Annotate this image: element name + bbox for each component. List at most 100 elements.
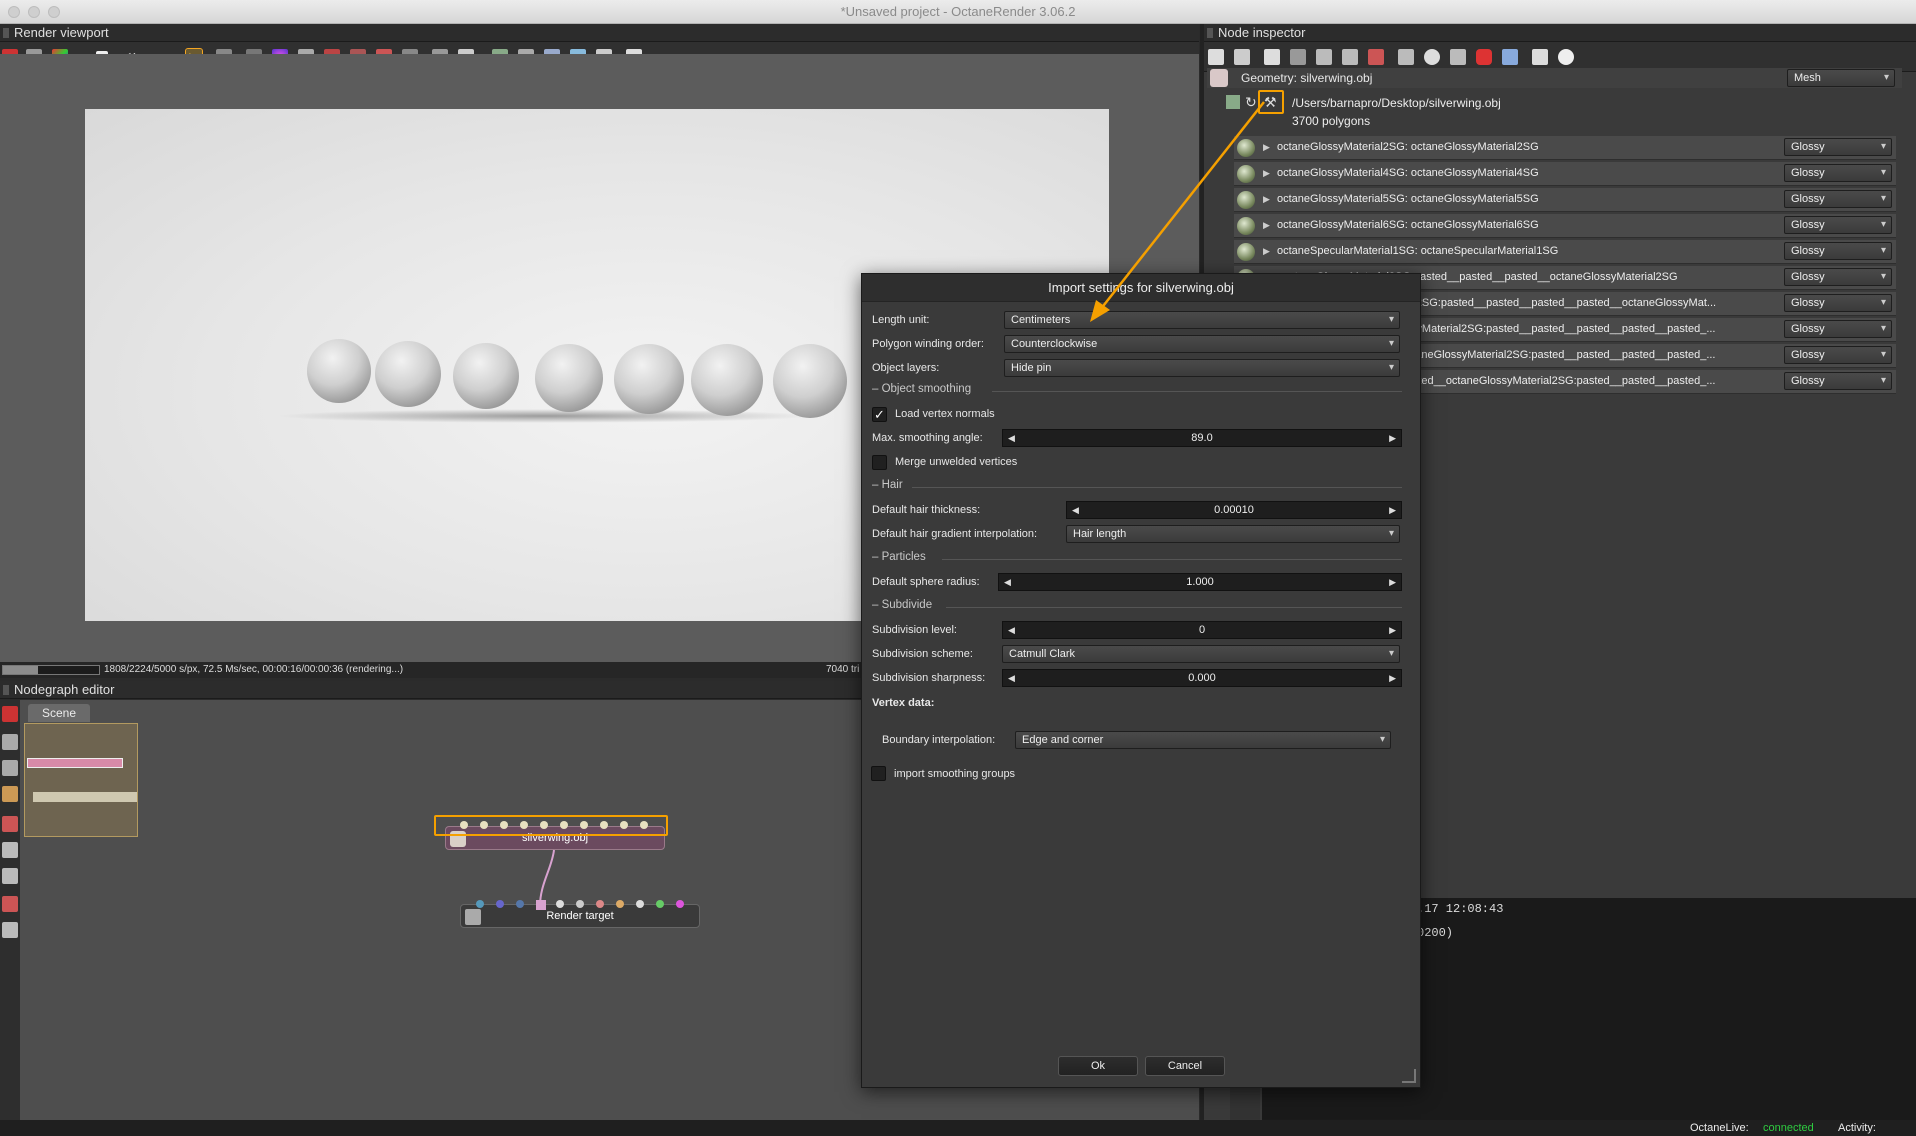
inspector-tool-icon[interactable]	[1208, 49, 1224, 65]
nodegraph-tool-icon[interactable]	[2, 816, 18, 832]
material-type-select[interactable]: Glossy	[1784, 268, 1892, 286]
image-icon[interactable]	[1532, 49, 1548, 65]
nodegraph-reset-icon[interactable]	[2, 706, 18, 722]
input-pin[interactable]	[480, 821, 488, 829]
input-pin[interactable]	[620, 821, 628, 829]
nodegraph-tool-icon[interactable]	[2, 734, 18, 750]
input-pin[interactable]	[560, 821, 568, 829]
input-pin[interactable]	[516, 900, 524, 908]
sphere-radius-label: Default sphere radius:	[872, 576, 980, 588]
nodegraph-tool-icon[interactable]	[2, 842, 18, 858]
section-object-smoothing[interactable]: – Object smoothing	[872, 383, 971, 395]
length-unit-label: Length unit:	[872, 314, 930, 326]
ok-button[interactable]: Ok	[1058, 1056, 1138, 1076]
material-type-select[interactable]: Glossy	[1784, 190, 1892, 208]
nodegraph-tool-icon[interactable]	[2, 868, 18, 884]
sphere	[453, 343, 519, 409]
input-pin[interactable]	[616, 900, 624, 908]
object-layers-select[interactable]: Hide pin	[1004, 359, 1400, 377]
input-pin[interactable]	[500, 821, 508, 829]
input-pin[interactable]	[676, 900, 684, 908]
material-row[interactable]: ▶ octaneGlossyMaterial2SG: octaneGlossyMa…	[1234, 136, 1896, 160]
input-pin[interactable]	[640, 821, 648, 829]
inspector-tool-icon[interactable]	[1502, 49, 1518, 65]
max-smoothing-angle-slider[interactable]: ◀ 89.0 ▶	[1002, 429, 1402, 447]
light-icon[interactable]	[1558, 49, 1574, 65]
triangle-count: 7040 tri	[826, 664, 860, 675]
max-smoothing-angle-value: 89.0	[1191, 432, 1213, 444]
material-type-select[interactable]: Glossy	[1784, 216, 1892, 234]
inspector-tool-icon[interactable]	[1234, 49, 1250, 65]
input-pin[interactable]	[556, 900, 564, 908]
cancel-button[interactable]: Cancel	[1145, 1056, 1225, 1076]
resize-grip-icon[interactable]	[1402, 1069, 1416, 1083]
input-pin[interactable]	[636, 900, 644, 908]
winding-order-select[interactable]: Counterclockwise	[1004, 335, 1400, 353]
load-vertex-normals-checkbox[interactable]: ✓	[872, 407, 887, 422]
nodegraph-minimap[interactable]	[24, 723, 138, 837]
section-hair-label: Hair	[881, 479, 903, 491]
boundary-interp-select[interactable]: Edge and corner	[1015, 731, 1391, 749]
input-pin[interactable]	[460, 821, 468, 829]
import-smoothing-groups-label: import smoothing groups	[894, 768, 1016, 780]
input-pin[interactable]	[656, 900, 664, 908]
input-pin[interactable]	[580, 821, 588, 829]
inspector-tool-icon[interactable]	[1398, 49, 1414, 65]
material-row[interactable]: ▶ octaneSpecularMaterial1SG: octaneSpecul…	[1234, 240, 1896, 264]
input-pin[interactable]	[540, 821, 548, 829]
sphere	[773, 344, 847, 418]
clock-icon[interactable]	[1424, 49, 1440, 65]
inspector-tool-icon[interactable]	[1316, 49, 1332, 65]
hair-thickness-value: 0.00010	[1214, 504, 1254, 516]
merge-unwelded-checkbox[interactable]	[872, 455, 887, 470]
material-row[interactable]: ▶ octaneGlossyMaterial6SG: octaneGlossyMa…	[1234, 214, 1896, 238]
material-type-select[interactable]: Glossy	[1784, 164, 1892, 182]
inspector-tool-icon[interactable]	[1342, 49, 1358, 65]
section-object-smoothing-label: Object smoothing	[881, 383, 972, 395]
input-pin[interactable]	[600, 821, 608, 829]
inspector-tool-icon[interactable]	[1450, 49, 1466, 65]
section-subdivide[interactable]: – Subdivide	[872, 599, 932, 611]
tab-scene[interactable]: Scene	[28, 704, 90, 722]
material-type-select[interactable]: Glossy	[1784, 320, 1892, 338]
input-pin[interactable]	[576, 900, 584, 908]
input-pin-geometry[interactable]	[536, 900, 546, 910]
nodegraph-tool-icon[interactable]	[2, 786, 18, 802]
hair-thickness-slider[interactable]: ◀ 0.00010 ▶	[1066, 501, 1402, 519]
geometry-type-select[interactable]: Mesh	[1787, 69, 1895, 87]
sphere	[535, 344, 603, 412]
material-row[interactable]: ▶ octaneGlossyMaterial4SG: octaneGlossyMa…	[1234, 162, 1896, 186]
material-row[interactable]: ▶ octaneGlossyMaterial5SG: octaneGlossyMa…	[1234, 188, 1896, 212]
inspector-tool-icon[interactable]	[1264, 49, 1280, 65]
input-pin[interactable]	[596, 900, 604, 908]
inspector-tool-icon[interactable]	[1290, 49, 1306, 65]
section-hair[interactable]: – Hair	[872, 479, 903, 491]
input-pin[interactable]	[496, 900, 504, 908]
octanelive-label: OctaneLive:	[1690, 1122, 1749, 1134]
material-type-select[interactable]: Glossy	[1784, 372, 1892, 390]
material-type-select[interactable]: Glossy	[1784, 346, 1892, 364]
material-type-select[interactable]: Glossy	[1784, 242, 1892, 260]
geometry-label: Geometry: silverwing.obj	[1241, 71, 1373, 85]
subdivision-scheme-select[interactable]: Catmull Clark	[1002, 645, 1400, 663]
grid-icon[interactable]	[2, 922, 18, 938]
section-particles[interactable]: – Particles	[872, 551, 926, 563]
import-smoothing-groups-checkbox[interactable]	[871, 766, 886, 781]
inspector-tool-icon[interactable]	[1368, 49, 1384, 65]
subdivision-sharpness-slider[interactable]: ◀ 0.000 ▶	[1002, 669, 1402, 687]
window-titlebar: *Unsaved project - OctaneRender 3.06.2	[0, 0, 1916, 24]
material-type-select[interactable]: Glossy	[1784, 138, 1892, 156]
input-pin[interactable]	[476, 900, 484, 908]
object-layers-label: Object layers:	[872, 362, 940, 374]
boundary-interp-label: Boundary interpolation:	[882, 734, 996, 746]
subdivision-level-slider[interactable]: ◀ 0 ▶	[1002, 621, 1402, 639]
hair-interp-select[interactable]: Hair length	[1066, 525, 1400, 543]
material-label: octaneGlossyMaterial4SG: octaneGlossyMat…	[1277, 167, 1539, 179]
material-ball-icon[interactable]	[1476, 49, 1492, 65]
nodegraph-tool-icon[interactable]	[2, 760, 18, 776]
input-pin[interactable]	[520, 821, 528, 829]
sphere	[307, 339, 371, 403]
material-type-select[interactable]: Glossy	[1784, 294, 1892, 312]
nodegraph-tool-icon[interactable]	[2, 896, 18, 912]
sphere-radius-slider[interactable]: ◀ 1.000 ▶	[998, 573, 1402, 591]
